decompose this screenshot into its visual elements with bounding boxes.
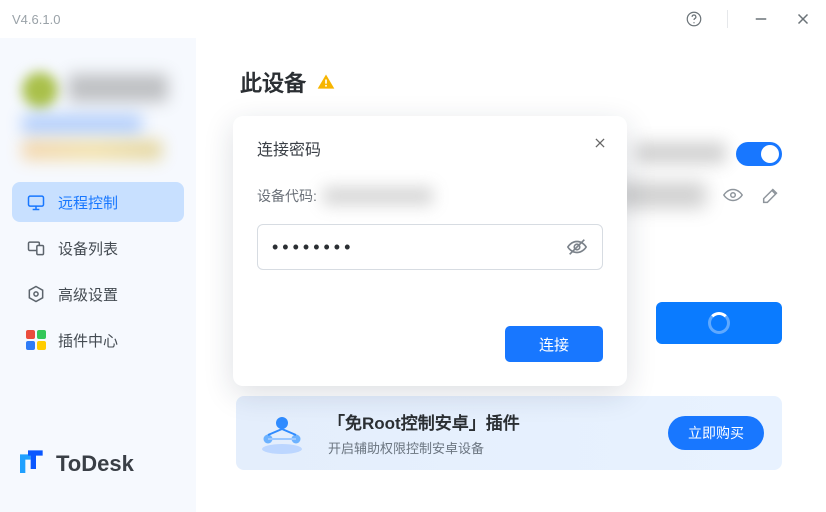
promo-title: 「免Root控制安卓」插件 [328,409,520,434]
sidebar-item-plugin-center[interactable]: 插件中心 [12,320,184,360]
password-input-wrap [257,224,603,270]
sidebar-item-label: 设备列表 [58,238,118,259]
connect-loading-row [656,302,782,344]
sidebar-item-label: 高级设置 [58,284,118,305]
warning-icon[interactable] [316,72,336,92]
promo-buy-button[interactable]: 立即购买 [668,416,764,450]
device-code-row [616,182,782,208]
promo-subtitle: 开启辅助权限控制安卓设备 [328,438,520,457]
device-code-value-redacted [323,187,433,205]
brand-logo-icon [16,445,48,482]
settings-nut-icon [26,284,46,304]
user-name-redacted [68,74,168,102]
section-title: 此设备 [240,66,306,98]
app-window: V4.6.1.0 [0,0,826,512]
sidebar-item-label: 远程控制 [58,192,118,213]
eye-off-icon[interactable] [566,236,588,258]
close-button[interactable] [794,10,812,28]
profile-block [12,56,184,166]
toggle-row [736,142,782,166]
modal-actions: 连接 [257,326,603,362]
device-code-redacted [616,182,706,208]
sidebar-item-remote-control[interactable]: 远程控制 [12,182,184,222]
window-controls [685,10,812,28]
sidebar-item-label: 插件中心 [58,330,118,351]
connect-loading-button[interactable] [656,302,782,344]
device-code-line: 设备代码: [257,186,603,206]
nav: 远程控制 设备列表 高级设置 [12,182,184,360]
brand: ToDesk [12,445,184,496]
sidebar-item-device-list[interactable]: 设备列表 [12,228,184,268]
user-info-redacted [22,114,142,134]
auto-start-toggle[interactable] [736,142,782,166]
edit-icon[interactable] [760,184,782,206]
section-title-row: 此设备 [240,66,782,98]
toggle-label-redacted [636,142,726,164]
spinner-icon [708,312,730,334]
help-icon[interactable] [685,10,703,28]
eye-icon[interactable] [722,184,744,206]
brand-name: ToDesk [56,451,134,477]
version-label: V4.6.1.0 [12,12,60,27]
modal-connect-button[interactable]: 连接 [505,326,603,362]
divider [727,10,728,28]
sidebar-item-advanced-settings[interactable]: 高级设置 [12,274,184,314]
monitor-icon [26,192,46,212]
avatar[interactable] [22,72,58,108]
devices-icon [26,238,46,258]
modal-close-button[interactable] [591,134,609,152]
android-network-icon [254,405,310,461]
modal-title: 连接密码 [257,136,603,160]
sidebar: 远程控制 设备列表 高级设置 [0,38,196,512]
minimize-button[interactable] [752,10,770,28]
promo-text: 「免Root控制安卓」插件 开启辅助权限控制安卓设备 [328,409,520,457]
promo-card: 「免Root控制安卓」插件 开启辅助权限控制安卓设备 立即购买 [236,396,782,470]
user-badge-redacted [22,140,162,160]
device-code-label: 设备代码: [257,186,317,206]
plugin-icon [26,330,46,350]
password-input[interactable] [272,237,556,258]
connect-password-modal: 连接密码 设备代码: 连接 [233,116,627,386]
titlebar: V4.6.1.0 [0,0,826,38]
